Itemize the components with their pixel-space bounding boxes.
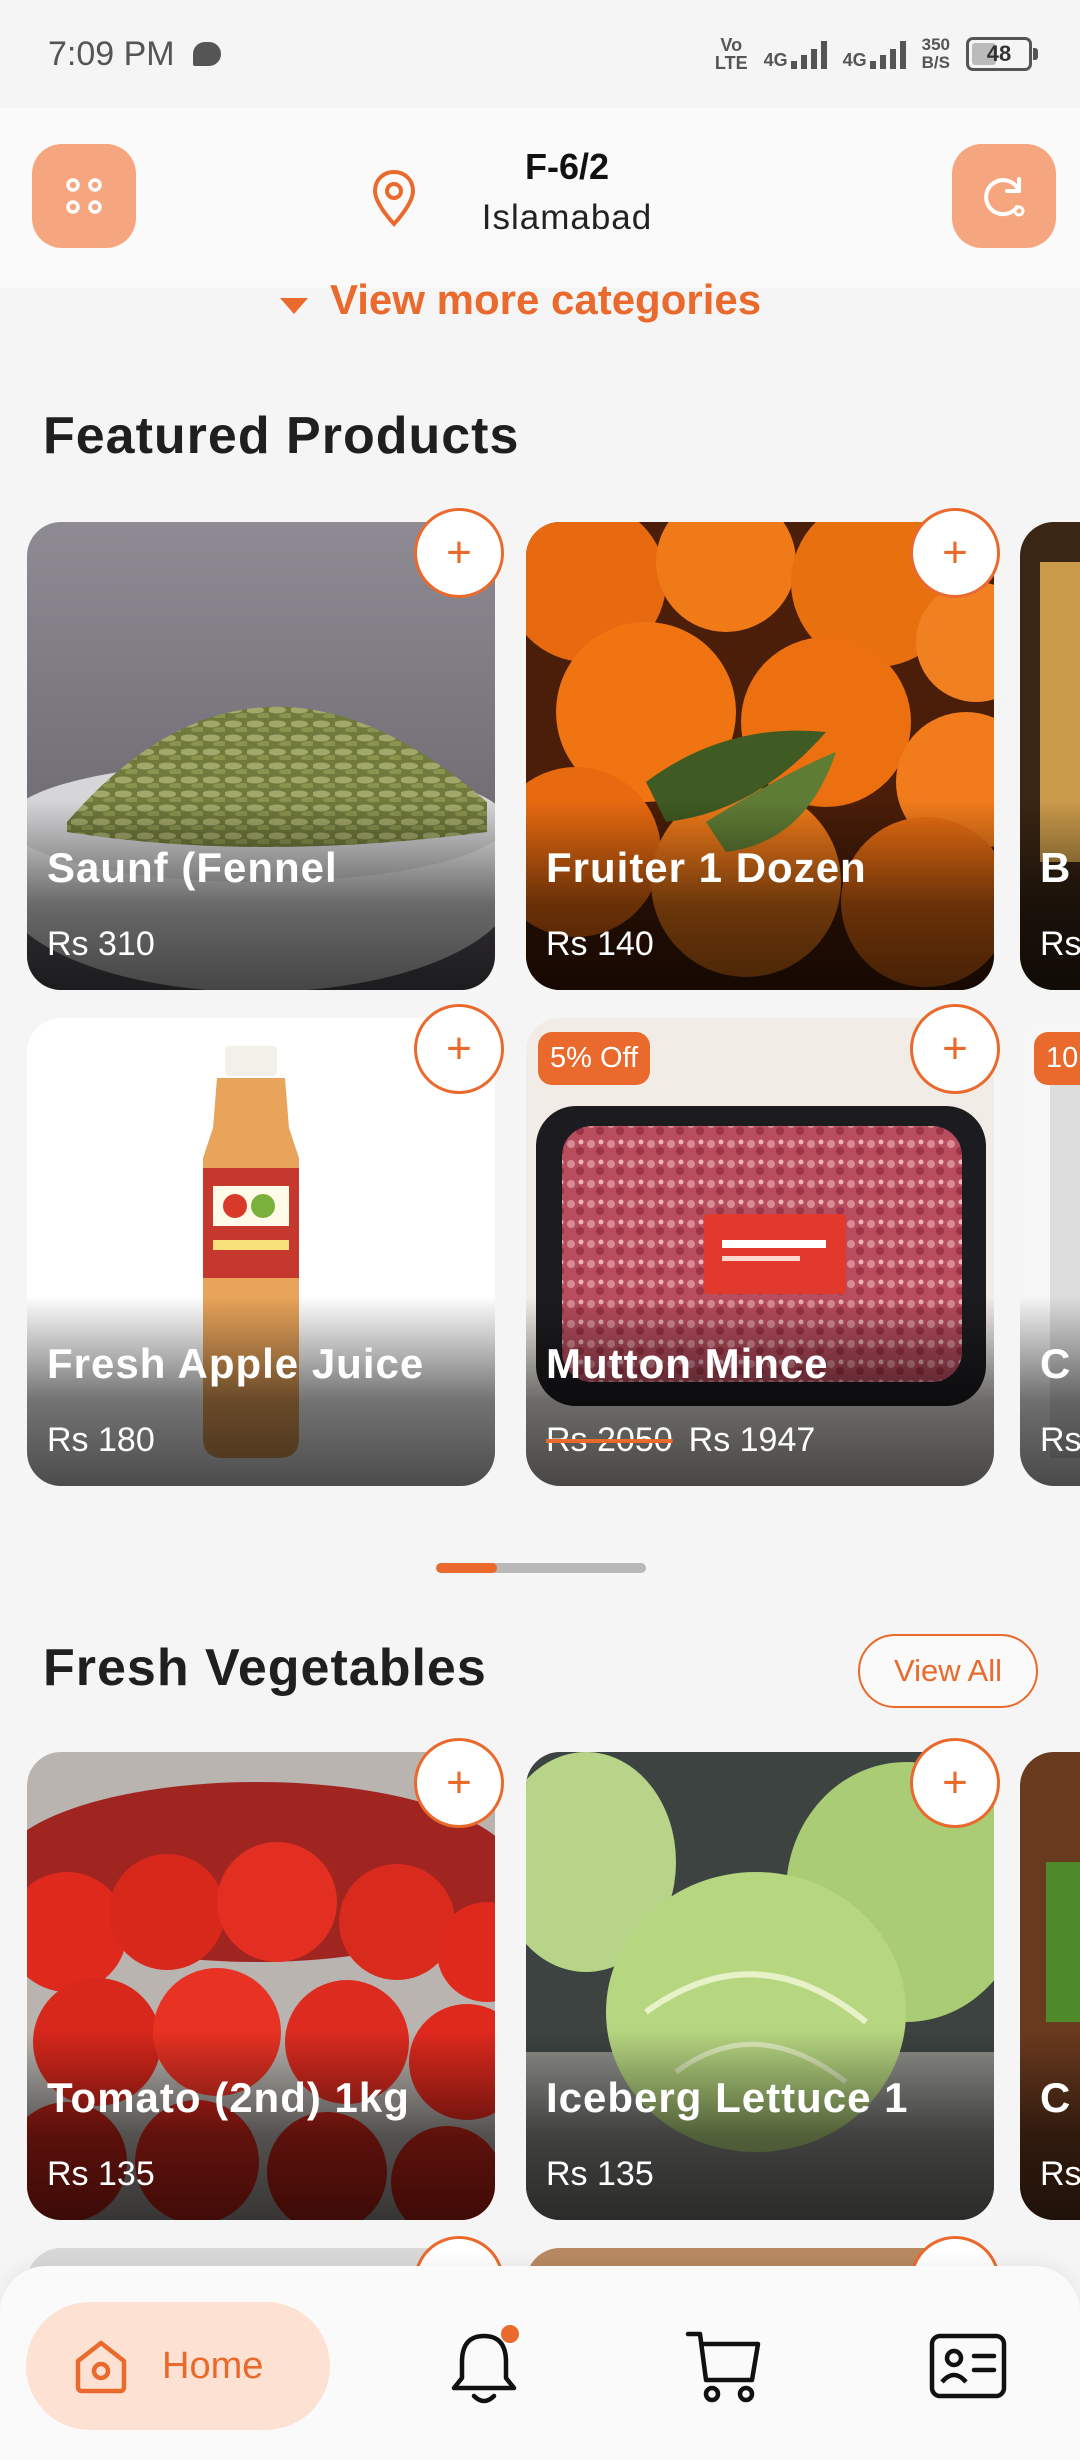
product-card[interactable]: Fruiter 1 Dozen Rs 140 <box>526 522 994 990</box>
product-name: Fruiter 1 Dozen <box>546 844 867 891</box>
add-to-cart-button[interactable]: + <box>910 1738 1000 1828</box>
product-name: Fresh Apple Juice <box>47 1340 425 1387</box>
nav-home-label: Home <box>162 2344 264 2387</box>
volte-label-top: Vo <box>720 35 743 55</box>
add-to-cart-button[interactable]: + <box>414 1004 504 1094</box>
product-card[interactable]: C Rs <box>1020 1018 1080 1486</box>
original-price: Rs 2050 <box>546 1421 673 1459</box>
product-price: Rs 135 <box>47 2155 155 2193</box>
product-card[interactable]: B Rs <box>1020 522 1080 990</box>
product-name: Iceberg Lettuce 1 <box>546 2074 909 2121</box>
product-price: Rs 140 <box>546 925 654 963</box>
product-card[interactable]: Fresh Apple Juice Rs 180 <box>27 1018 495 1486</box>
volte-indicator: Vo LTE <box>715 36 748 72</box>
product-card[interactable]: Iceberg Lettuce 1 Rs 135 <box>526 1752 994 2220</box>
add-to-cart-button[interactable]: + <box>910 1004 1000 1094</box>
network-type-label: 4G <box>763 50 788 70</box>
refresh-icon <box>984 177 1025 217</box>
battery-icon: 48 <box>966 37 1038 71</box>
product-name: Saunf (Fennel <box>47 844 338 891</box>
signal-icon <box>790 39 827 69</box>
product-price: Rs 310 <box>47 925 155 963</box>
home-icon <box>75 2340 127 2394</box>
bottom-navigation: Home <box>0 2266 1080 2460</box>
view-more-label: View more categories <box>330 276 762 323</box>
location-pin-icon[interactable] <box>370 168 418 228</box>
nav-cart[interactable] <box>682 2324 766 2408</box>
nav-notifications[interactable] <box>442 2324 526 2408</box>
menu-button[interactable] <box>32 144 136 248</box>
location-selector[interactable]: F-6/2 Islamabad <box>440 146 694 238</box>
battery-level: 48 <box>986 41 1012 66</box>
notification-dot <box>501 2325 519 2343</box>
product-card[interactable]: Saunf (Fennel Rs 310 <box>27 522 495 990</box>
add-to-cart-button[interactable]: + <box>414 508 504 598</box>
product-name: C <box>1040 1340 1072 1387</box>
product-price: Rs 180 <box>47 1421 155 1459</box>
volte-label-bottom: LTE <box>714 53 748 73</box>
product-name: Tomato (2nd) 1kg <box>47 2074 410 2121</box>
bell-icon <box>451 2325 519 2404</box>
status-bar: 7:09 PM Vo LTE 4G 4G 350 B/S 48 <box>0 0 1080 108</box>
signal-sim1: 4G <box>764 39 827 69</box>
product-card[interactable]: Tomato (2nd) 1kg Rs 135 <box>27 1752 495 2220</box>
chat-notification-icon <box>192 42 221 66</box>
carousel-pager <box>436 1563 646 1573</box>
grid-dots-icon <box>66 178 102 214</box>
refresh-button[interactable] <box>952 144 1056 248</box>
product-name: B <box>1040 844 1072 891</box>
product-price: Rs <box>1040 2155 1080 2193</box>
product-price: Rs 135 <box>546 2155 654 2193</box>
discount-badge: 10 <box>1034 1032 1080 1085</box>
product-name: C <box>1040 2074 1072 2121</box>
caret-down-icon <box>280 298 308 314</box>
status-indicators: Vo LTE 4G 4G 350 B/S 48 <box>715 36 1038 72</box>
network-type-label: 4G <box>842 50 867 70</box>
pager-progress <box>436 1563 497 1573</box>
profile-card-icon <box>929 2333 1007 2399</box>
signal-sim2: 4G <box>843 39 906 69</box>
fresh-vegetables-title: Fresh Vegetables <box>43 1639 487 1697</box>
add-to-cart-button[interactable]: + <box>910 508 1000 598</box>
product-card[interactable]: Mutton Mince Rs 2050 Rs 1947 <box>526 1018 994 1486</box>
app-header: F-6/2 Islamabad <box>0 108 1080 288</box>
discount-badge: 5% Off <box>538 1032 651 1085</box>
view-all-button[interactable]: View All <box>858 1634 1038 1708</box>
featured-products-title: Featured Products <box>43 407 520 465</box>
add-to-cart-button[interactable]: + <box>414 1738 504 1828</box>
product-name: Mutton Mince <box>546 1340 829 1387</box>
speed-unit: B/S <box>921 53 950 72</box>
discounted-price: Rs 1947 <box>688 1421 816 1459</box>
nav-home[interactable]: Home <box>26 2302 330 2430</box>
product-card[interactable]: C Rs <box>1020 1752 1080 2220</box>
location-area: F-6/2 <box>524 146 610 187</box>
speed-value: 350 <box>921 35 950 54</box>
signal-icon <box>869 39 906 69</box>
network-speed: 350 B/S <box>922 36 950 72</box>
nav-profile[interactable] <box>926 2324 1010 2408</box>
view-more-categories[interactable]: View more categories <box>280 272 761 328</box>
product-price: Rs <box>1040 1421 1080 1459</box>
location-city: Islamabad <box>481 198 653 237</box>
product-price: Rs 2050 Rs 1947 <box>546 1421 815 1460</box>
status-time: 7:09 PM <box>48 34 175 73</box>
product-price: Rs <box>1040 925 1080 963</box>
cart-icon <box>685 2331 761 2403</box>
